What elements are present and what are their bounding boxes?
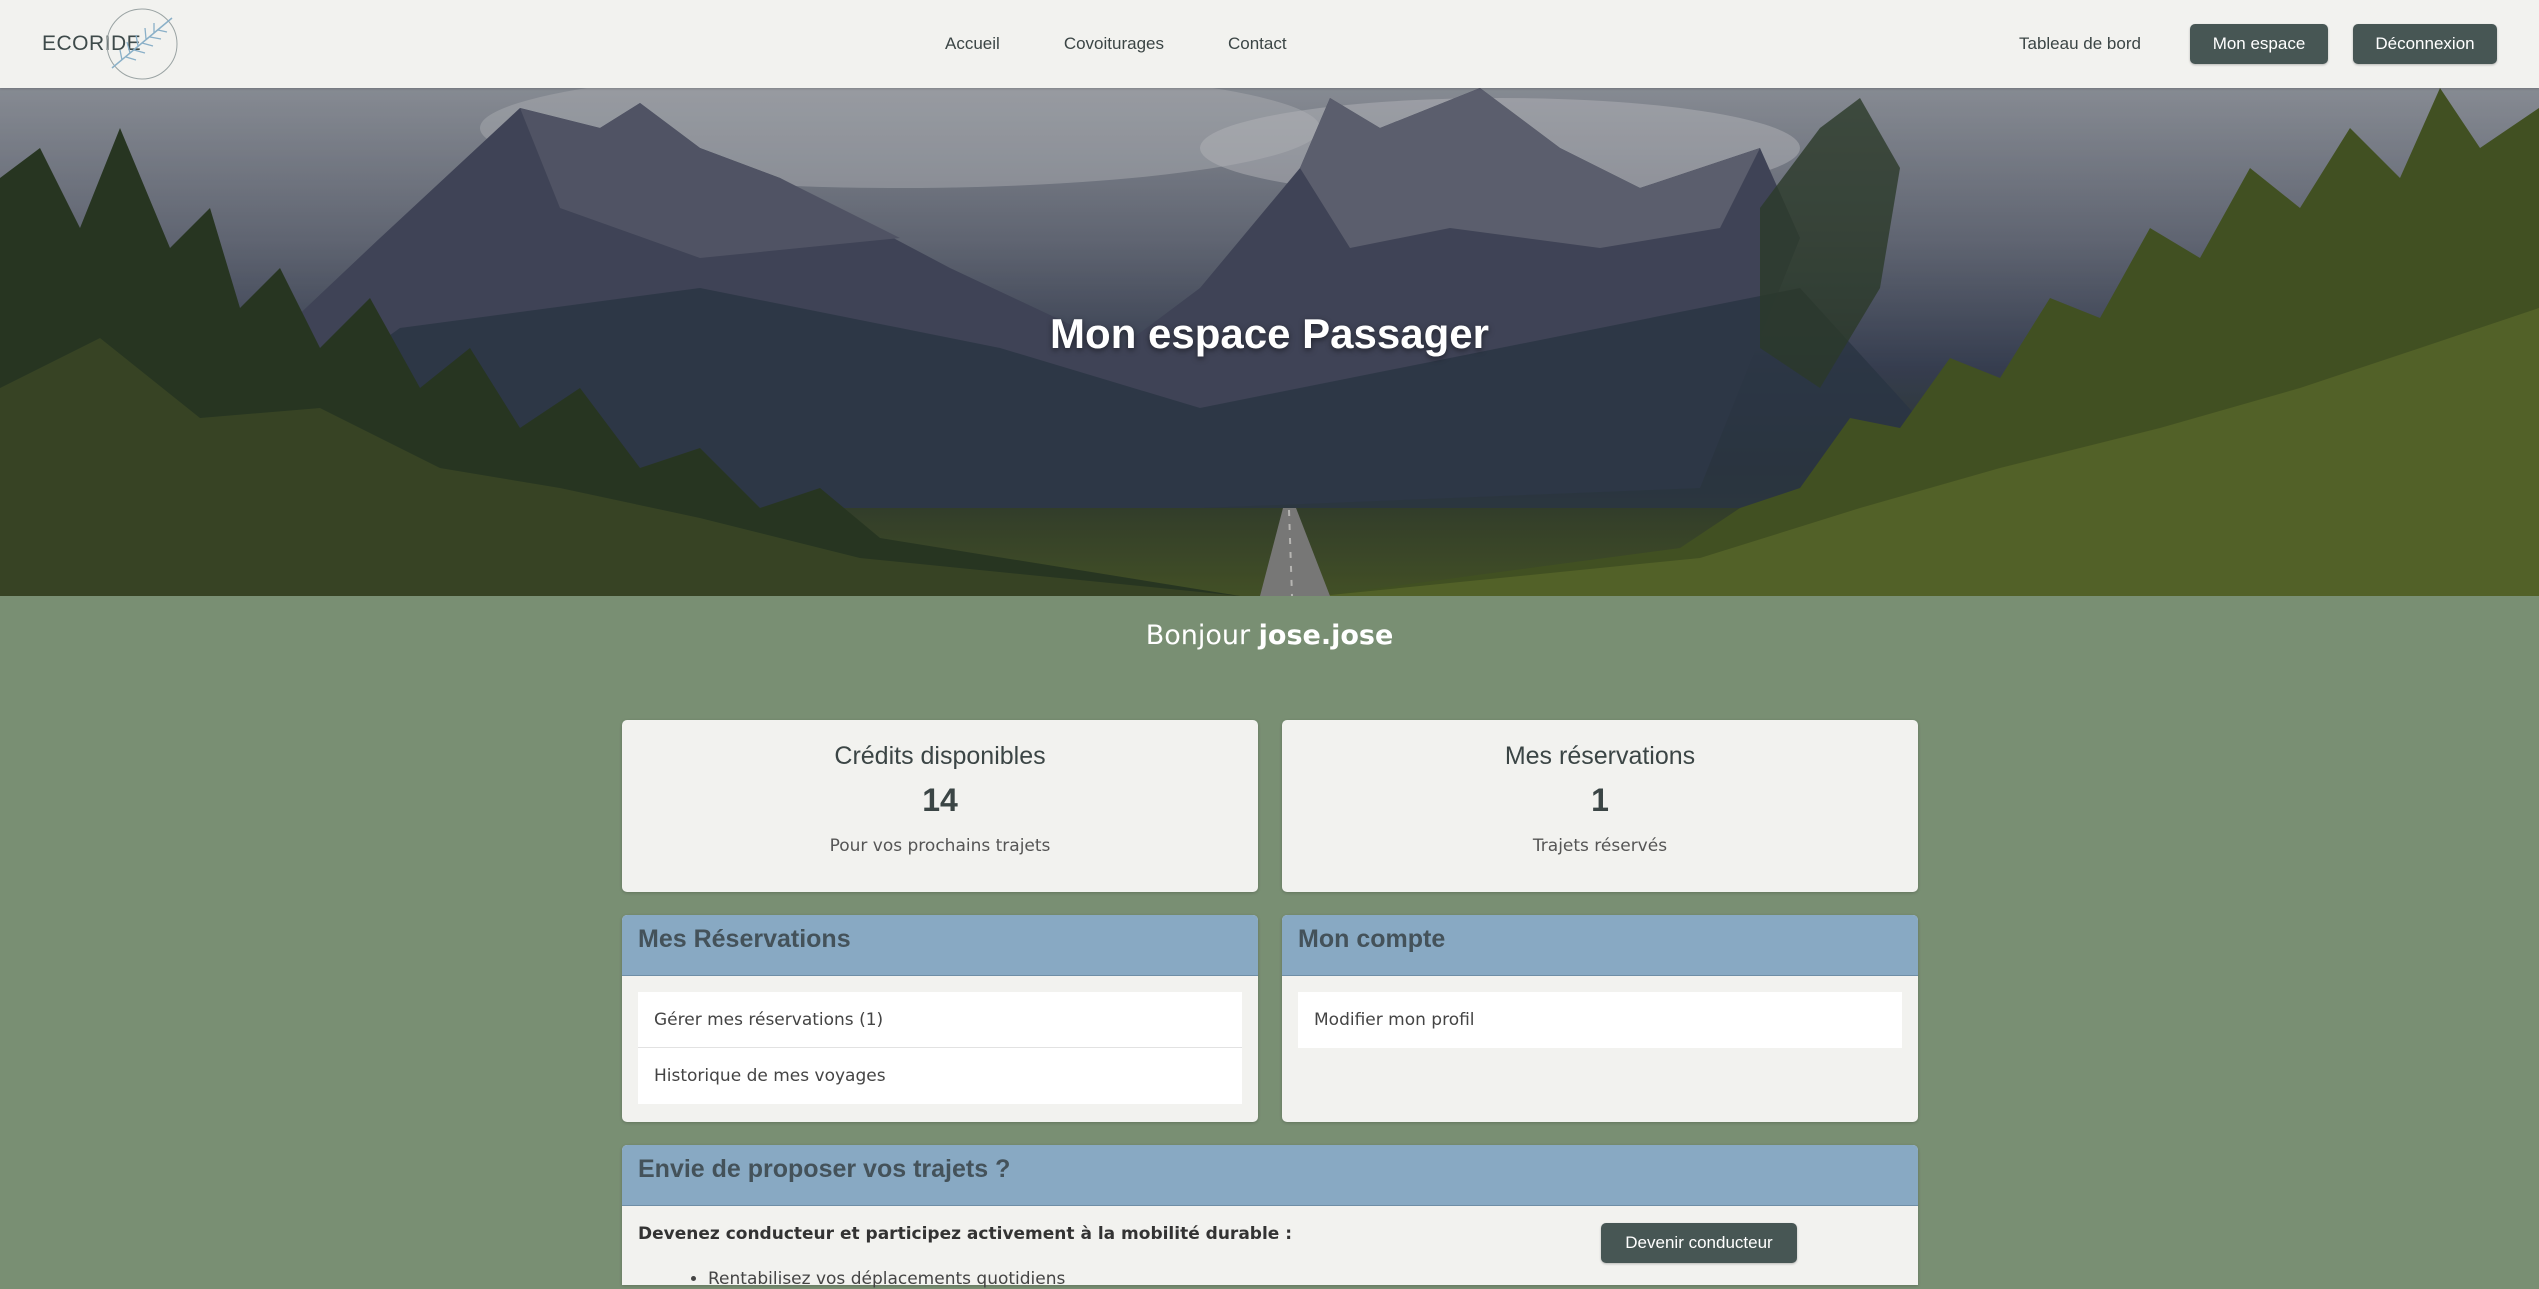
dashboard-nav: Tableau de bord (2019, 0, 2141, 88)
reservations-panel: Mes Réservations Gérer mes réservations … (622, 915, 1258, 1122)
edit-profile-link[interactable]: Modifier mon profil (1298, 992, 1902, 1048)
main-nav: Accueil Covoiturages Contact (945, 0, 1287, 88)
welcome-message: Bonjour jose.jose (0, 620, 2539, 651)
credits-title: Crédits disponibles (834, 742, 1046, 770)
nav-covoiturages[interactable]: Covoiturages (1064, 34, 1164, 54)
reservations-links: Gérer mes réservations (1) Historique de… (638, 992, 1242, 1104)
nav-accueil[interactable]: Accueil (945, 34, 1000, 54)
manage-reservations-link[interactable]: Gérer mes réservations (1) (638, 992, 1242, 1048)
driver-benefit-item: Rentabilisez vos déplacements quotidiens (708, 1269, 1065, 1289)
reservations-panel-title: Mes Réservations (638, 925, 851, 953)
my-space-button[interactable]: Mon espace (2190, 24, 2328, 64)
greeting-prefix: Bonjour (1145, 620, 1251, 651)
reservations-value: 1 (1591, 782, 1609, 818)
hero-banner: Mon espace Passager (0, 88, 2539, 596)
credits-subtitle: Pour vos prochains trajets (829, 836, 1051, 856)
reservations-panel-header: Mes Réservations (622, 915, 1258, 976)
driver-intro: Devenez conducteur et participez activem… (638, 1224, 1293, 1244)
reservations-count-card: Mes réservations 1 Trajets réservés (1282, 720, 1918, 892)
reservations-title: Mes réservations (1504, 742, 1696, 770)
account-panel-title: Mon compte (1298, 925, 1446, 953)
account-panel: Mon compte Modifier mon profil (1282, 915, 1918, 1122)
ecoride-logo[interactable]: ECORIDE (40, 6, 190, 82)
nav-contact[interactable]: Contact (1228, 34, 1287, 54)
leaf-logo-icon (106, 8, 178, 80)
top-navbar: ECORIDE Accueil Covoiturages Contact Tab… (0, 0, 2539, 88)
become-driver-button[interactable]: Devenir conducteur (1601, 1223, 1797, 1263)
trip-history-link[interactable]: Historique de mes voyages (638, 1048, 1242, 1104)
driver-benefits-list: Rentabilisez vos déplacements quotidiens (668, 1269, 1065, 1289)
username: jose.jose (1258, 620, 1394, 651)
become-driver-panel: Envie de proposer vos trajets ? Devenez … (622, 1145, 1918, 1289)
credits-value: 14 (922, 782, 958, 818)
account-links: Modifier mon profil (1298, 992, 1902, 1048)
reservations-subtitle: Trajets réservés (1532, 836, 1668, 856)
logout-button[interactable]: Déconnexion (2353, 24, 2497, 64)
credits-card: Crédits disponibles 14 Pour vos prochain… (622, 720, 1258, 892)
driver-panel-title: Envie de proposer vos trajets ? (638, 1155, 1011, 1183)
nav-dashboard[interactable]: Tableau de bord (2019, 34, 2141, 54)
page-title: Mon espace Passager (1050, 310, 1489, 357)
account-panel-header: Mon compte (1282, 915, 1918, 976)
driver-panel-header: Envie de proposer vos trajets ? (622, 1145, 1918, 1206)
